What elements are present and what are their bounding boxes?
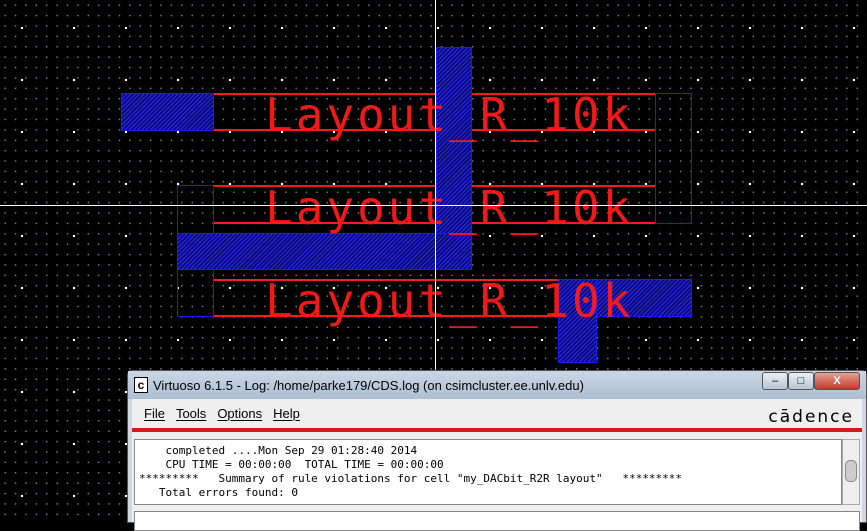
menu-file[interactable]: File (144, 406, 165, 421)
crosshair-vertical (435, 0, 436, 370)
menu-tools[interactable]: Tools (176, 406, 206, 421)
log-line: CPU TIME = 00:00:00 TOTAL TIME = 00:00:0… (139, 458, 444, 471)
cadence-app-icon: c (134, 377, 148, 393)
menu-options[interactable]: Options (217, 406, 262, 421)
metal-pad-top-left[interactable] (121, 93, 214, 131)
resistor-label: Layout_R_10k (265, 274, 634, 328)
close-button[interactable]: X (814, 372, 860, 390)
metal-strip-horizontal[interactable] (177, 233, 472, 270)
resistor-label: Layout_R_10k (265, 88, 634, 142)
cadence-logo: cādence (768, 407, 854, 427)
log-window: c Virtuoso 6.1.5 - Log: /home/parke179/C… (127, 370, 867, 531)
crosshair-horizontal (0, 205, 867, 206)
log-line: Total errors found: 0 (139, 486, 298, 499)
log-line: ********* Summary of rule violations for… (139, 472, 683, 485)
log-output[interactable]: completed ....Mon Sep 29 01:28:40 2014 C… (134, 439, 842, 505)
window-title: Virtuoso 6.1.5 - Log: /home/parke179/CDS… (153, 377, 584, 393)
resistor-label: Layout_R_10k (265, 181, 634, 235)
maximize-button[interactable]: □ (788, 372, 814, 390)
menu-help[interactable]: Help (273, 406, 300, 421)
title-bar[interactable]: c Virtuoso 6.1.5 - Log: /home/parke179/C… (128, 371, 866, 399)
menu-bar: File Tools Options Help cādence (132, 399, 862, 432)
scrollbar-thumb[interactable] (845, 460, 857, 482)
log-line: completed ....Mon Sep 29 01:28:40 2014 (139, 444, 418, 457)
log-scrollbar[interactable] (842, 439, 860, 505)
minimize-button[interactable]: – (762, 372, 788, 390)
command-input[interactable] (134, 511, 860, 531)
